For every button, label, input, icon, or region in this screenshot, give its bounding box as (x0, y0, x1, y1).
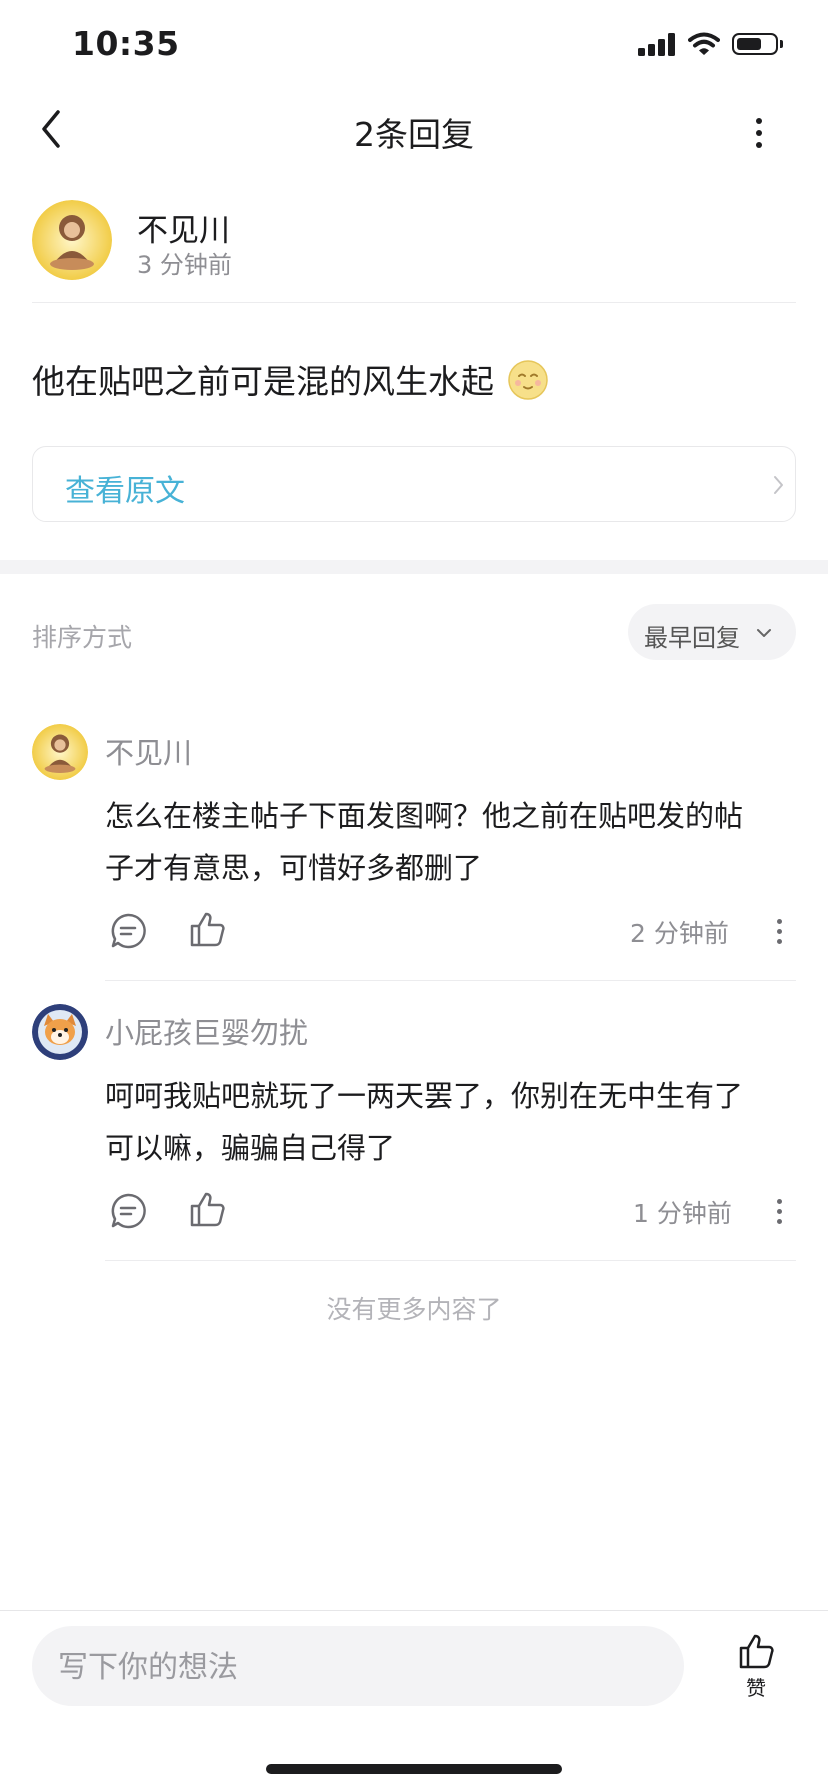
like-icon[interactable] (188, 1190, 226, 1228)
status-time: 10:35 (72, 24, 180, 63)
comment-input[interactable] (56, 1626, 660, 1708)
comment-icon[interactable] (109, 1192, 147, 1230)
reply-author-name[interactable]: 不见川 (105, 730, 192, 772)
reply-text-line: 呵呵我贴吧就玩了一两天罢了，你别在无中生有了 (105, 1079, 744, 1113)
more-options-icon[interactable] (756, 118, 762, 154)
op-content: 他在贴吧之前可是混的风生水起 (32, 355, 549, 403)
view-original-label: 查看原文 (65, 474, 185, 509)
signal-icon (638, 32, 676, 56)
battery-icon (732, 33, 778, 55)
op-author-name[interactable]: 不见川 (137, 205, 230, 250)
reply-timestamp: 2 分钟前 (630, 919, 729, 948)
emoji-smile-icon (507, 360, 548, 400)
op-timestamp: 3 分钟前 (137, 251, 232, 279)
reply-avatar[interactable] (32, 724, 88, 780)
reply-text: 呵呵我贴吧就玩了一两天罢了，你别在无中生有了 可以嘛，骗骗自己得了 (105, 1070, 805, 1174)
divider (105, 1260, 796, 1261)
view-original-button[interactable]: 查看原文 (32, 446, 796, 522)
reply-timestamp: 1 分钟前 (633, 1199, 732, 1228)
divider (32, 302, 796, 303)
reply-text-line: 子才有意思，可惜好多都删了 (105, 851, 483, 885)
reply-item: 小屁孩巨婴勿扰 呵呵我贴吧就玩了一两天罢了，你别在无中生有了 可以嘛，骗骗自己得… (0, 998, 828, 1261)
chevron-down-icon (757, 629, 771, 637)
sort-dropdown[interactable]: 最早回复 (628, 604, 796, 660)
comment-input-box[interactable] (32, 1626, 684, 1708)
wifi-icon (688, 32, 720, 55)
page-title: 2条回复 (354, 115, 474, 154)
reply-more-icon[interactable] (777, 1199, 782, 1229)
op-content-text: 他在贴吧之前可是混的风生水起 (32, 362, 494, 401)
reply-text-line: 怎么在楼主帖子下面发图啊？他之前在贴吧发的帖 (105, 799, 744, 833)
reply-text-line: 可以嘛，骗骗自己得了 (105, 1131, 396, 1165)
reply-avatar[interactable] (32, 1004, 88, 1060)
op-avatar[interactable] (32, 200, 112, 280)
like-label[interactable]: 赞 (738, 1672, 774, 1701)
like-post-icon[interactable] (736, 1632, 776, 1670)
sort-label: 排序方式 (32, 623, 133, 652)
sort-value: 最早回复 (644, 624, 740, 652)
comment-icon[interactable] (109, 912, 147, 950)
reply-author-name[interactable]: 小屁孩巨婴勿扰 (105, 1010, 308, 1052)
bottom-bar-divider (0, 1610, 828, 1611)
reply-text: 怎么在楼主帖子下面发图啊？他之前在贴吧发的帖 子才有意思，可惜好多都删了 (105, 790, 805, 894)
reply-item: 不见川 怎么在楼主帖子下面发图啊？他之前在贴吧发的帖 子才有意思，可惜好多都删了… (0, 718, 828, 981)
like-icon[interactable] (188, 910, 226, 948)
section-separator (0, 560, 828, 574)
reply-more-icon[interactable] (777, 919, 782, 949)
chevron-right-icon (774, 476, 783, 494)
home-indicator[interactable] (266, 1764, 562, 1774)
battery-nub (780, 40, 783, 48)
divider (105, 980, 796, 981)
no-more-content: 没有更多内容了 (326, 1295, 502, 1324)
